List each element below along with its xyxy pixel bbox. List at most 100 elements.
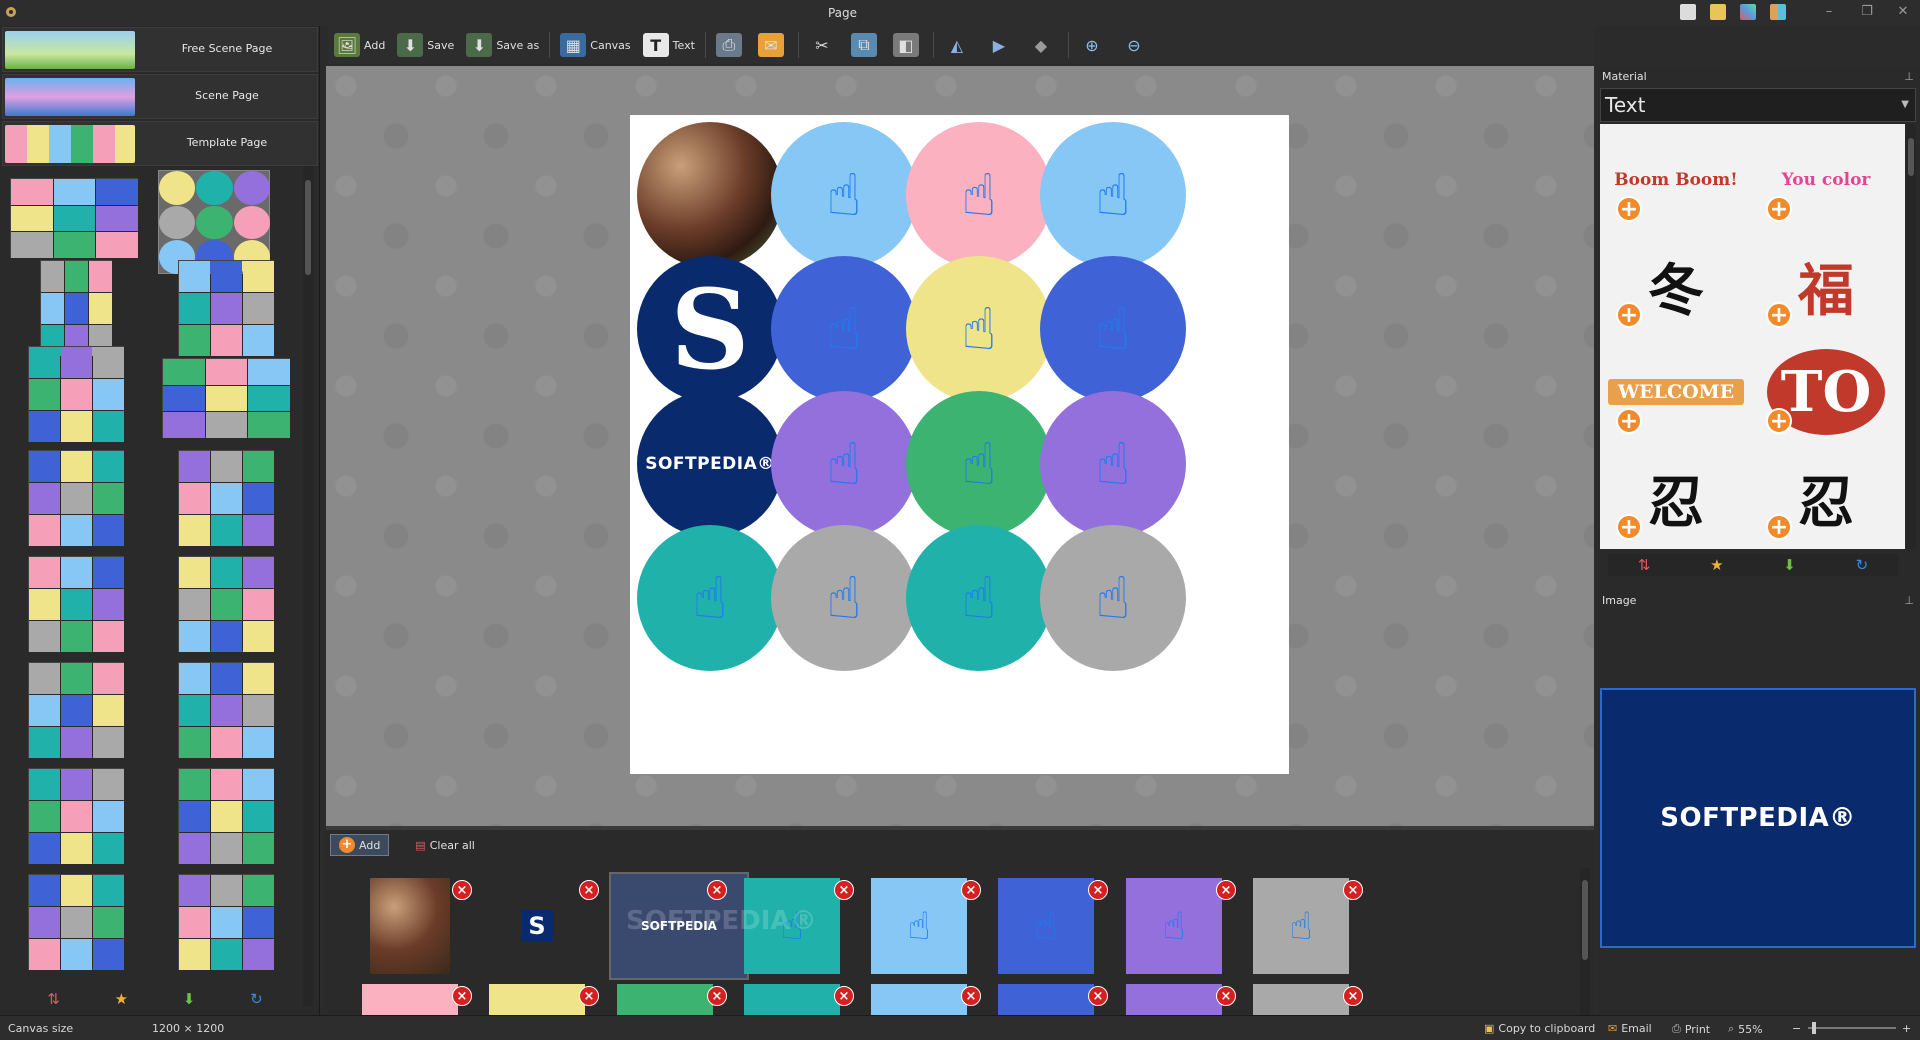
add-button[interactable]: 🖼 Add xyxy=(328,28,391,62)
remove-thumbnail-button[interactable]: × xyxy=(1343,880,1363,900)
zoom-minus-button[interactable]: − xyxy=(1792,1022,1801,1035)
strip-thumbnail[interactable] xyxy=(744,984,840,1019)
copy-button[interactable]: ⧉ xyxy=(845,28,887,62)
remove-thumbnail-button[interactable]: × xyxy=(961,986,981,1006)
remove-thumbnail-button[interactable]: × xyxy=(834,880,854,900)
add-material-button[interactable]: + xyxy=(1616,302,1642,328)
print-button[interactable]: ⎙ xyxy=(710,28,752,62)
material-category-select[interactable]: Text ▼ xyxy=(1600,88,1916,122)
layer-button[interactable]: ◧ xyxy=(887,28,929,62)
strip-thumbnail[interactable] xyxy=(1253,984,1349,1019)
strip-thumbnail[interactable] xyxy=(1126,984,1222,1019)
placeholder-circle[interactable]: ☝ xyxy=(771,256,917,402)
material-item[interactable]: TO + xyxy=(1756,342,1896,442)
remove-thumbnail-button[interactable]: × xyxy=(1216,880,1236,900)
remove-thumbnail-button[interactable]: × xyxy=(452,986,472,1006)
text-button[interactable]: T Text xyxy=(637,28,701,62)
email-button[interactable]: ✉ xyxy=(752,28,794,62)
canvas-button[interactable]: ▦ Canvas xyxy=(554,28,636,62)
collage-page[interactable]: ☝ ☝ ☝ S ☝ ☝ ☝ SOFTPEDIA® ☝ ☝ ☝ ☝ ☝ ☝ ☝ xyxy=(630,115,1289,774)
rotate-button[interactable]: ◆ xyxy=(1022,28,1064,62)
material-item[interactable]: Boom Boom! + xyxy=(1606,130,1746,230)
add-material-button[interactable]: + xyxy=(1616,514,1642,540)
pin-icon[interactable]: ⊥ xyxy=(1904,70,1914,83)
placeholder-circle[interactable]: ☝ xyxy=(771,391,917,537)
canvas-area[interactable]: ☝ ☝ ☝ S ☝ ☝ ☝ SOFTPEDIA® ☝ ☝ ☝ ☝ ☝ ☝ ☝ xyxy=(326,66,1594,826)
material-item[interactable]: 忍 + xyxy=(1756,448,1896,548)
copy-to-clipboard-button[interactable]: ▣ Copy to clipboard xyxy=(1484,1022,1595,1035)
template-thumbnail[interactable] xyxy=(178,556,274,652)
status-print-button[interactable]: ⎙ Print xyxy=(1672,1022,1710,1036)
strip-thumbnail[interactable] xyxy=(370,878,450,974)
remove-thumbnail-button[interactable]: × xyxy=(1216,986,1236,1006)
s-logo-circle[interactable]: S xyxy=(637,256,783,402)
template-thumbnail[interactable] xyxy=(10,178,138,258)
template-thumbnail[interactable] xyxy=(178,450,274,546)
placeholder-circle[interactable]: ☝ xyxy=(771,122,917,268)
remove-thumbnail-button[interactable]: × xyxy=(1088,880,1108,900)
strip-thumbnail[interactable]: S xyxy=(489,878,585,974)
save-button[interactable]: ⬇ Save xyxy=(391,28,460,62)
strip-scrollbar[interactable] xyxy=(1580,868,1590,1018)
template-thumbnail[interactable] xyxy=(178,260,274,356)
add-material-button[interactable]: + xyxy=(1616,196,1642,222)
scene-page-item[interactable]: Scene Page xyxy=(2,74,318,119)
photo-circle[interactable] xyxy=(637,122,783,268)
image-pin-icon[interactable]: ⊥ xyxy=(1904,594,1914,607)
template-thumbnail[interactable] xyxy=(28,346,124,442)
material-refresh-icon[interactable]: ↻ xyxy=(1856,556,1869,574)
template-thumbnail[interactable] xyxy=(28,556,124,652)
remove-thumbnail-button[interactable]: × xyxy=(961,880,981,900)
material-download-icon[interactable]: ⬇ xyxy=(1783,556,1796,574)
sort-icon[interactable]: ⇅ xyxy=(47,990,60,1008)
material-item[interactable]: You color + xyxy=(1756,130,1896,230)
strip-thumbnail[interactable]: ☝ xyxy=(1126,878,1222,974)
template-thumbnail[interactable] xyxy=(178,874,274,970)
star-icon[interactable]: ★ xyxy=(115,990,128,1008)
download-icon[interactable]: ⬇ xyxy=(183,990,196,1008)
page-icon[interactable] xyxy=(1680,4,1696,20)
strip-thumbnail[interactable] xyxy=(362,984,458,1019)
restore-button[interactable]: ❐ xyxy=(1856,4,1878,19)
flip-horizontal-button[interactable]: ◭ xyxy=(938,28,980,62)
template-thumbnail[interactable] xyxy=(158,170,270,274)
remove-thumbnail-button[interactable]: × xyxy=(579,986,599,1006)
left-scrollbar[interactable] xyxy=(303,166,313,1006)
placeholder-circle[interactable]: ☝ xyxy=(1040,391,1186,537)
grid-icon[interactable] xyxy=(1770,4,1786,20)
template-thumbnail[interactable] xyxy=(28,874,124,970)
placeholder-circle[interactable]: ☝ xyxy=(637,525,783,671)
collage-icon[interactable] xyxy=(1740,4,1756,20)
template-thumbnail[interactable] xyxy=(178,662,274,758)
material-item[interactable]: 忍 + xyxy=(1606,448,1746,548)
add-material-button[interactable]: + xyxy=(1766,408,1792,434)
minimize-button[interactable]: – xyxy=(1818,4,1840,19)
strip-thumbnail[interactable]: ☝ xyxy=(1253,878,1349,974)
free-scene-page-item[interactable]: Free Scene Page xyxy=(2,27,318,72)
placeholder-circle[interactable]: ☝ xyxy=(771,525,917,671)
zoom-slider[interactable] xyxy=(1808,1022,1896,1034)
save-as-button[interactable]: ⬇ Save as xyxy=(460,28,545,62)
placeholder-circle[interactable]: ☝ xyxy=(906,256,1052,402)
zoom-in-button[interactable]: ⊕ xyxy=(1073,28,1115,62)
flip-vertical-button[interactable]: ▶ xyxy=(980,28,1022,62)
template-thumbnail[interactable] xyxy=(40,260,112,356)
strip-thumbnail[interactable]: ☝ xyxy=(998,878,1094,974)
zoom-out-button[interactable]: ⊖ xyxy=(1115,28,1157,62)
close-button[interactable]: ✕ xyxy=(1892,4,1914,19)
zoom-plus-button[interactable]: + xyxy=(1902,1022,1911,1035)
remove-thumbnail-button[interactable]: × xyxy=(579,880,599,900)
remove-thumbnail-button[interactable]: × xyxy=(707,880,727,900)
remove-thumbnail-button[interactable]: × xyxy=(707,986,727,1006)
strip-thumbnail[interactable] xyxy=(871,984,967,1019)
placeholder-circle[interactable]: ☝ xyxy=(906,122,1052,268)
pencil-icon[interactable] xyxy=(1710,4,1726,20)
template-page-item[interactable]: Template Page xyxy=(2,121,318,166)
strip-thumbnail[interactable] xyxy=(998,984,1094,1019)
template-thumbnail[interactable] xyxy=(28,450,124,546)
remove-thumbnail-button[interactable]: × xyxy=(834,986,854,1006)
material-item[interactable]: 冬 + xyxy=(1606,236,1746,336)
strip-thumbnail[interactable] xyxy=(489,984,585,1019)
strip-thumbnail[interactable]: ☝ xyxy=(871,878,967,974)
strip-add-button[interactable]: + Add xyxy=(330,834,390,856)
